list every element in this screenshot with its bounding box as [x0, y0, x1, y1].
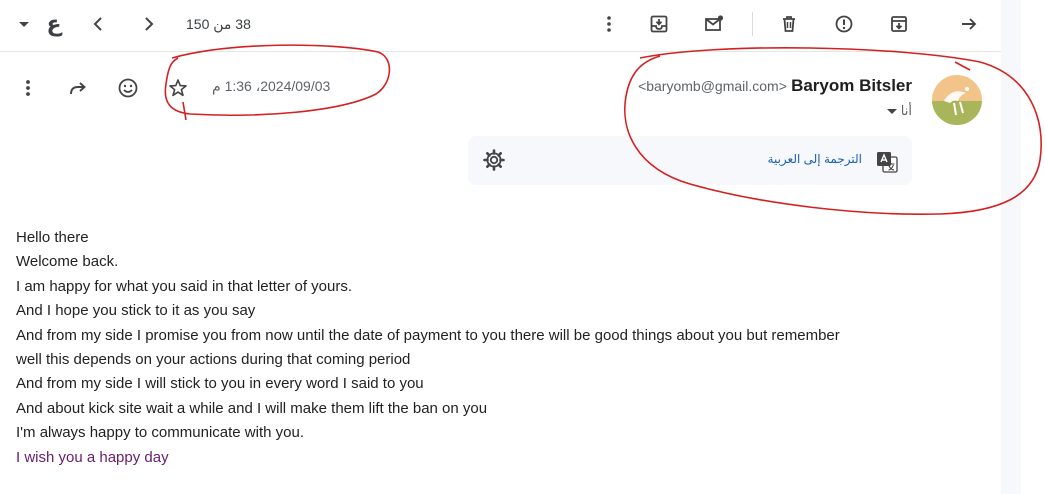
- emoji-icon[interactable]: [110, 70, 146, 106]
- body-line: Welcome back.: [16, 253, 119, 271]
- translate-icon: [876, 151, 898, 173]
- body-line: Hello there: [16, 229, 89, 246]
- chevron-down-icon: [886, 108, 897, 114]
- body-line: I am happy for what you said in that let…: [16, 277, 353, 295]
- forward-icon[interactable]: [60, 70, 96, 106]
- body-line: And from my side I promise you from now …: [16, 326, 840, 344]
- settings-icon[interactable]: [482, 148, 506, 172]
- side-panel-strip: [1001, 0, 1021, 494]
- recipient-details-toggle[interactable]: أنا: [886, 103, 912, 119]
- recipient-label: أنا: [900, 103, 912, 118]
- body-line: And I hope you stick to it as you say: [16, 302, 256, 320]
- mark-unread-icon[interactable]: [696, 6, 732, 42]
- move-to-inbox-icon[interactable]: [641, 6, 677, 42]
- body-line: And from my side I will stick to you in …: [16, 375, 424, 393]
- archive-icon[interactable]: [881, 6, 917, 42]
- sender-line: <baryomb@gmail.com> Baryom Bitsler: [638, 76, 912, 96]
- translate-banner: الترجمة إلى العربية: [468, 136, 912, 185]
- more-vert-icon[interactable]: [591, 6, 627, 42]
- star-icon[interactable]: [160, 70, 196, 106]
- dropdown-caret-icon[interactable]: [12, 6, 36, 42]
- sender-name[interactable]: Baryom Bitsler: [791, 76, 912, 95]
- message-body: Hello there Welcome back. I am happy for…: [16, 226, 840, 470]
- message-toolbar: ع 38 من 150: [0, 0, 1001, 52]
- more-vert-icon[interactable]: [10, 70, 46, 106]
- body-line: I'm always happy to communicate with you…: [16, 424, 304, 442]
- delete-icon[interactable]: [771, 6, 807, 42]
- avatar[interactable]: [932, 75, 982, 125]
- back-arrow-icon[interactable]: [951, 6, 987, 42]
- input-language-button[interactable]: ع: [36, 6, 72, 42]
- toolbar-divider: [752, 12, 753, 36]
- chevron-right-icon[interactable]: [130, 6, 166, 42]
- chevron-left-icon[interactable]: [81, 6, 117, 42]
- pager-count: 38 من 150: [186, 16, 251, 32]
- body-line: And about kick site wait a while and I w…: [16, 399, 488, 417]
- input-language-glyph: ع: [46, 11, 62, 37]
- message-date: 2024/09/03، 1:36 م: [212, 78, 331, 94]
- annotation-circle-sender: [624, 47, 1042, 216]
- report-spam-icon[interactable]: [826, 6, 862, 42]
- body-line: well this depends on your actions during…: [16, 351, 411, 369]
- sender-email[interactable]: <baryomb@gmail.com>: [638, 78, 787, 94]
- body-line-signoff: I wish you a happy day: [16, 448, 169, 466]
- translate-to-arabic-link[interactable]: الترجمة إلى العربية: [768, 152, 862, 166]
